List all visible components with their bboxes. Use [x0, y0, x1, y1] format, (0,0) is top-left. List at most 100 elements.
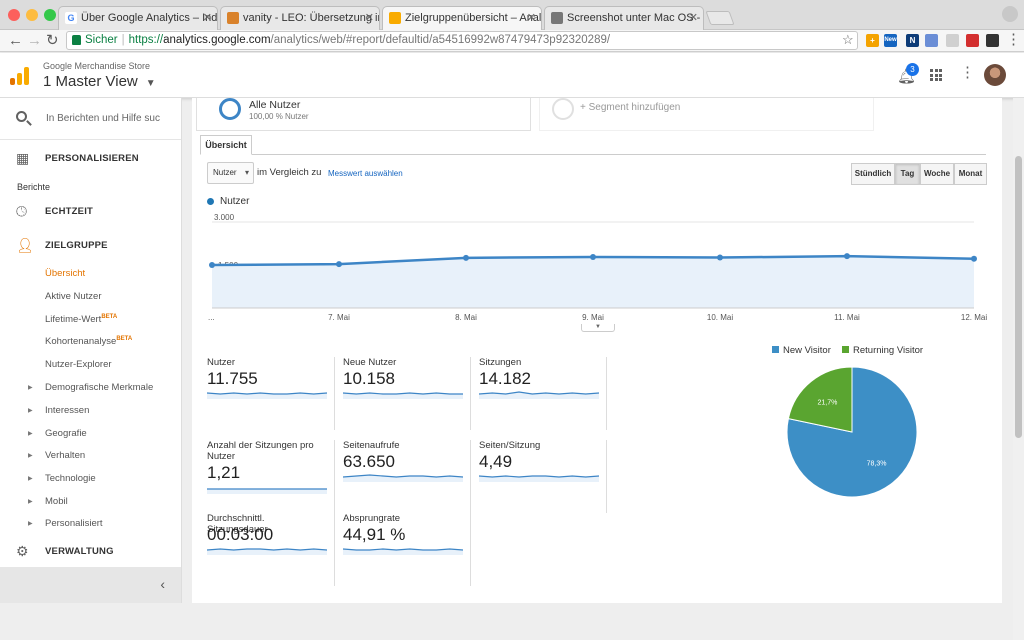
- close-tab-icon[interactable]: ✕: [689, 11, 698, 24]
- reload-icon[interactable]: ↻: [46, 32, 59, 50]
- metric-label: Seitenaufrufe: [343, 440, 400, 451]
- metric-tile[interactable]: Durchschnittl. Sitzungsdauer 00:03:00: [207, 513, 335, 586]
- forward-arrow-icon[interactable]: →: [27, 32, 42, 50]
- data-point[interactable]: [463, 254, 469, 261]
- sidebar-item-cohort-analysis[interactable]: KohortenanalyseBETA: [45, 336, 132, 347]
- add-segment-label: + Segment hinzufügen: [580, 102, 681, 113]
- granularity-day-button[interactable]: Tag: [895, 163, 920, 185]
- pie-legend-label: New Visitor: [783, 345, 831, 356]
- search-input[interactable]: In Berichten und Hilfe suche: [46, 113, 160, 124]
- metric-sparkline: [207, 392, 327, 399]
- metric-value: 63.650: [343, 452, 395, 471]
- search-icon: [16, 111, 27, 122]
- data-point[interactable]: [844, 253, 850, 260]
- sidebar-item-custom[interactable]: Personalisiert: [45, 518, 103, 529]
- minimize-window-button[interactable]: [26, 9, 38, 21]
- zoom-window-button[interactable]: [44, 9, 56, 21]
- data-point[interactable]: [336, 261, 342, 268]
- browser-tab-active[interactable]: Zielgruppenübersicht – Analyt ✕: [382, 6, 542, 31]
- granularity-week-button[interactable]: Woche: [920, 163, 954, 185]
- metric-value: 11.755: [207, 369, 258, 388]
- sparkline-area: [207, 489, 327, 494]
- metric-tile[interactable]: Sitzungen 14.182: [479, 357, 607, 430]
- close-window-button[interactable]: [8, 9, 20, 21]
- granularity-month-button[interactable]: Monat: [954, 163, 987, 185]
- pie-chart: 78,3% 21,7%: [786, 366, 918, 498]
- browser-tab[interactable]: Screenshot unter Mac OS - M ✕: [544, 6, 704, 30]
- segment-all-users[interactable]: Alle Nutzer 100,00 % Nutzer: [196, 98, 531, 131]
- metric-label: Neue Nutzer: [343, 357, 397, 368]
- extension-new-icon[interactable]: New: [884, 34, 897, 47]
- metric-tile[interactable]: Neue Nutzer 10.158: [343, 357, 471, 430]
- sidebar-item-technology[interactable]: Technologie: [45, 473, 96, 484]
- bookmark-star-icon[interactable]: ☆: [842, 32, 854, 48]
- extension-gray-icon[interactable]: [946, 34, 959, 47]
- segment-percentage: 100,00 % Nutzer: [249, 112, 309, 121]
- apps-grid-icon[interactable]: [930, 69, 942, 81]
- extension-n-icon[interactable]: N: [906, 34, 919, 47]
- granularity-hourly-button[interactable]: Stündlich: [851, 163, 895, 185]
- legend-marker: [207, 198, 214, 205]
- expand-triangle-icon: ▶: [28, 453, 33, 459]
- collapse-sidebar-button[interactable]: ‹: [0, 567, 181, 603]
- metric-select[interactable]: Nutzer: [207, 162, 254, 184]
- metric-tile[interactable]: Anzahl der Sitzungen pro Nutzer 1,21: [207, 440, 335, 513]
- sidebar-search[interactable]: In Berichten und Hilfe suche: [0, 98, 181, 140]
- extension-pdf-icon[interactable]: [966, 34, 979, 47]
- pie-slice-label: 21,7%: [817, 400, 837, 407]
- extension-plus-icon[interactable]: +: [866, 34, 879, 47]
- expand-triangle-icon: ▶: [28, 476, 33, 482]
- tab-overview[interactable]: Übersicht: [200, 135, 252, 155]
- more-options-icon[interactable]: ⋮: [960, 65, 975, 80]
- url-separator: |: [121, 34, 125, 46]
- tab-title: vanity - LEO: Übersetzung im: [243, 12, 380, 24]
- x-tick-label: 8. Mai: [455, 313, 477, 322]
- page-scrollbar[interactable]: [1013, 98, 1024, 640]
- extension-translate-icon[interactable]: [925, 34, 938, 47]
- extension-x-icon[interactable]: [986, 34, 999, 47]
- data-point[interactable]: [717, 254, 723, 261]
- browser-tab[interactable]: G Über Google Analytics – Indiv ✕: [58, 6, 218, 30]
- metric-label: Sitzungen: [479, 357, 522, 368]
- add-segment[interactable]: + Segment hinzufügen: [539, 98, 874, 131]
- view-name: 1 Master View: [43, 73, 138, 90]
- chart-resize-handle[interactable]: ▼: [581, 324, 615, 332]
- view-selector[interactable]: 1 Master View ▼: [43, 73, 156, 90]
- metric-tile[interactable]: Seitenaufrufe 63.650: [343, 440, 471, 513]
- browser-profile-icon[interactable]: [1002, 6, 1018, 22]
- url-path: /analytics/web/#report/defaultid/a545169…: [270, 34, 611, 46]
- choose-metric-link[interactable]: Messwert auswählen: [328, 169, 403, 178]
- data-point[interactable]: [971, 255, 977, 262]
- sidebar-item-behavior[interactable]: Verhalten: [45, 450, 85, 461]
- sidebar-item-geo[interactable]: Geografie: [45, 428, 87, 439]
- sidebar-item-lifetime-value[interactable]: Lifetime-WertBETA: [45, 314, 117, 325]
- close-tab-icon[interactable]: ✕: [365, 11, 374, 24]
- sidebar-item-personalize[interactable]: PERSONALISIEREN: [45, 153, 139, 164]
- url-field[interactable]: Sicher | https://analytics.google.com/anal…: [66, 31, 858, 50]
- sidebar-item-demographics[interactable]: Demografische Merkmale: [45, 382, 153, 393]
- metric-tile[interactable]: Seiten/Sitzung 4,49: [479, 440, 607, 513]
- sidebar-item-overview[interactable]: Übersicht: [45, 268, 85, 279]
- sidebar: In Berichten und Hilfe suche ▦ PERSONALI…: [0, 98, 182, 603]
- data-point[interactable]: [209, 262, 215, 268]
- sidebar-item-admin[interactable]: VERWALTUNG: [45, 546, 114, 557]
- page-icon: [551, 12, 563, 24]
- new-tab-button[interactable]: [705, 11, 735, 25]
- close-tab-icon[interactable]: ✕: [527, 11, 536, 24]
- sidebar-item-active-users[interactable]: Aktive Nutzer: [45, 291, 102, 302]
- metric-tile[interactable]: Nutzer 11.755: [207, 357, 335, 430]
- metric-tile[interactable]: Absprungrate 44,91 %: [343, 513, 471, 586]
- sidebar-item-mobile[interactable]: Mobil: [45, 496, 68, 507]
- sidebar-item-user-explorer[interactable]: Nutzer-Explorer: [45, 359, 112, 370]
- sidebar-item-realtime[interactable]: ECHTZEIT: [45, 206, 93, 217]
- sidebar-item-interests[interactable]: Interessen: [45, 405, 89, 416]
- browser-tab[interactable]: vanity - LEO: Übersetzung im ✕: [220, 6, 380, 30]
- avatar[interactable]: [984, 64, 1006, 86]
- data-point[interactable]: [590, 253, 596, 260]
- close-tab-icon[interactable]: ✕: [203, 11, 212, 24]
- scrollbar-thumb[interactable]: [1015, 156, 1022, 438]
- back-arrow-icon[interactable]: ←: [8, 32, 23, 50]
- browser-menu-icon[interactable]: ⋮: [1006, 31, 1021, 49]
- expand-triangle-icon: ▶: [28, 499, 33, 505]
- sidebar-item-audience[interactable]: ZIELGRUPPE: [45, 240, 108, 251]
